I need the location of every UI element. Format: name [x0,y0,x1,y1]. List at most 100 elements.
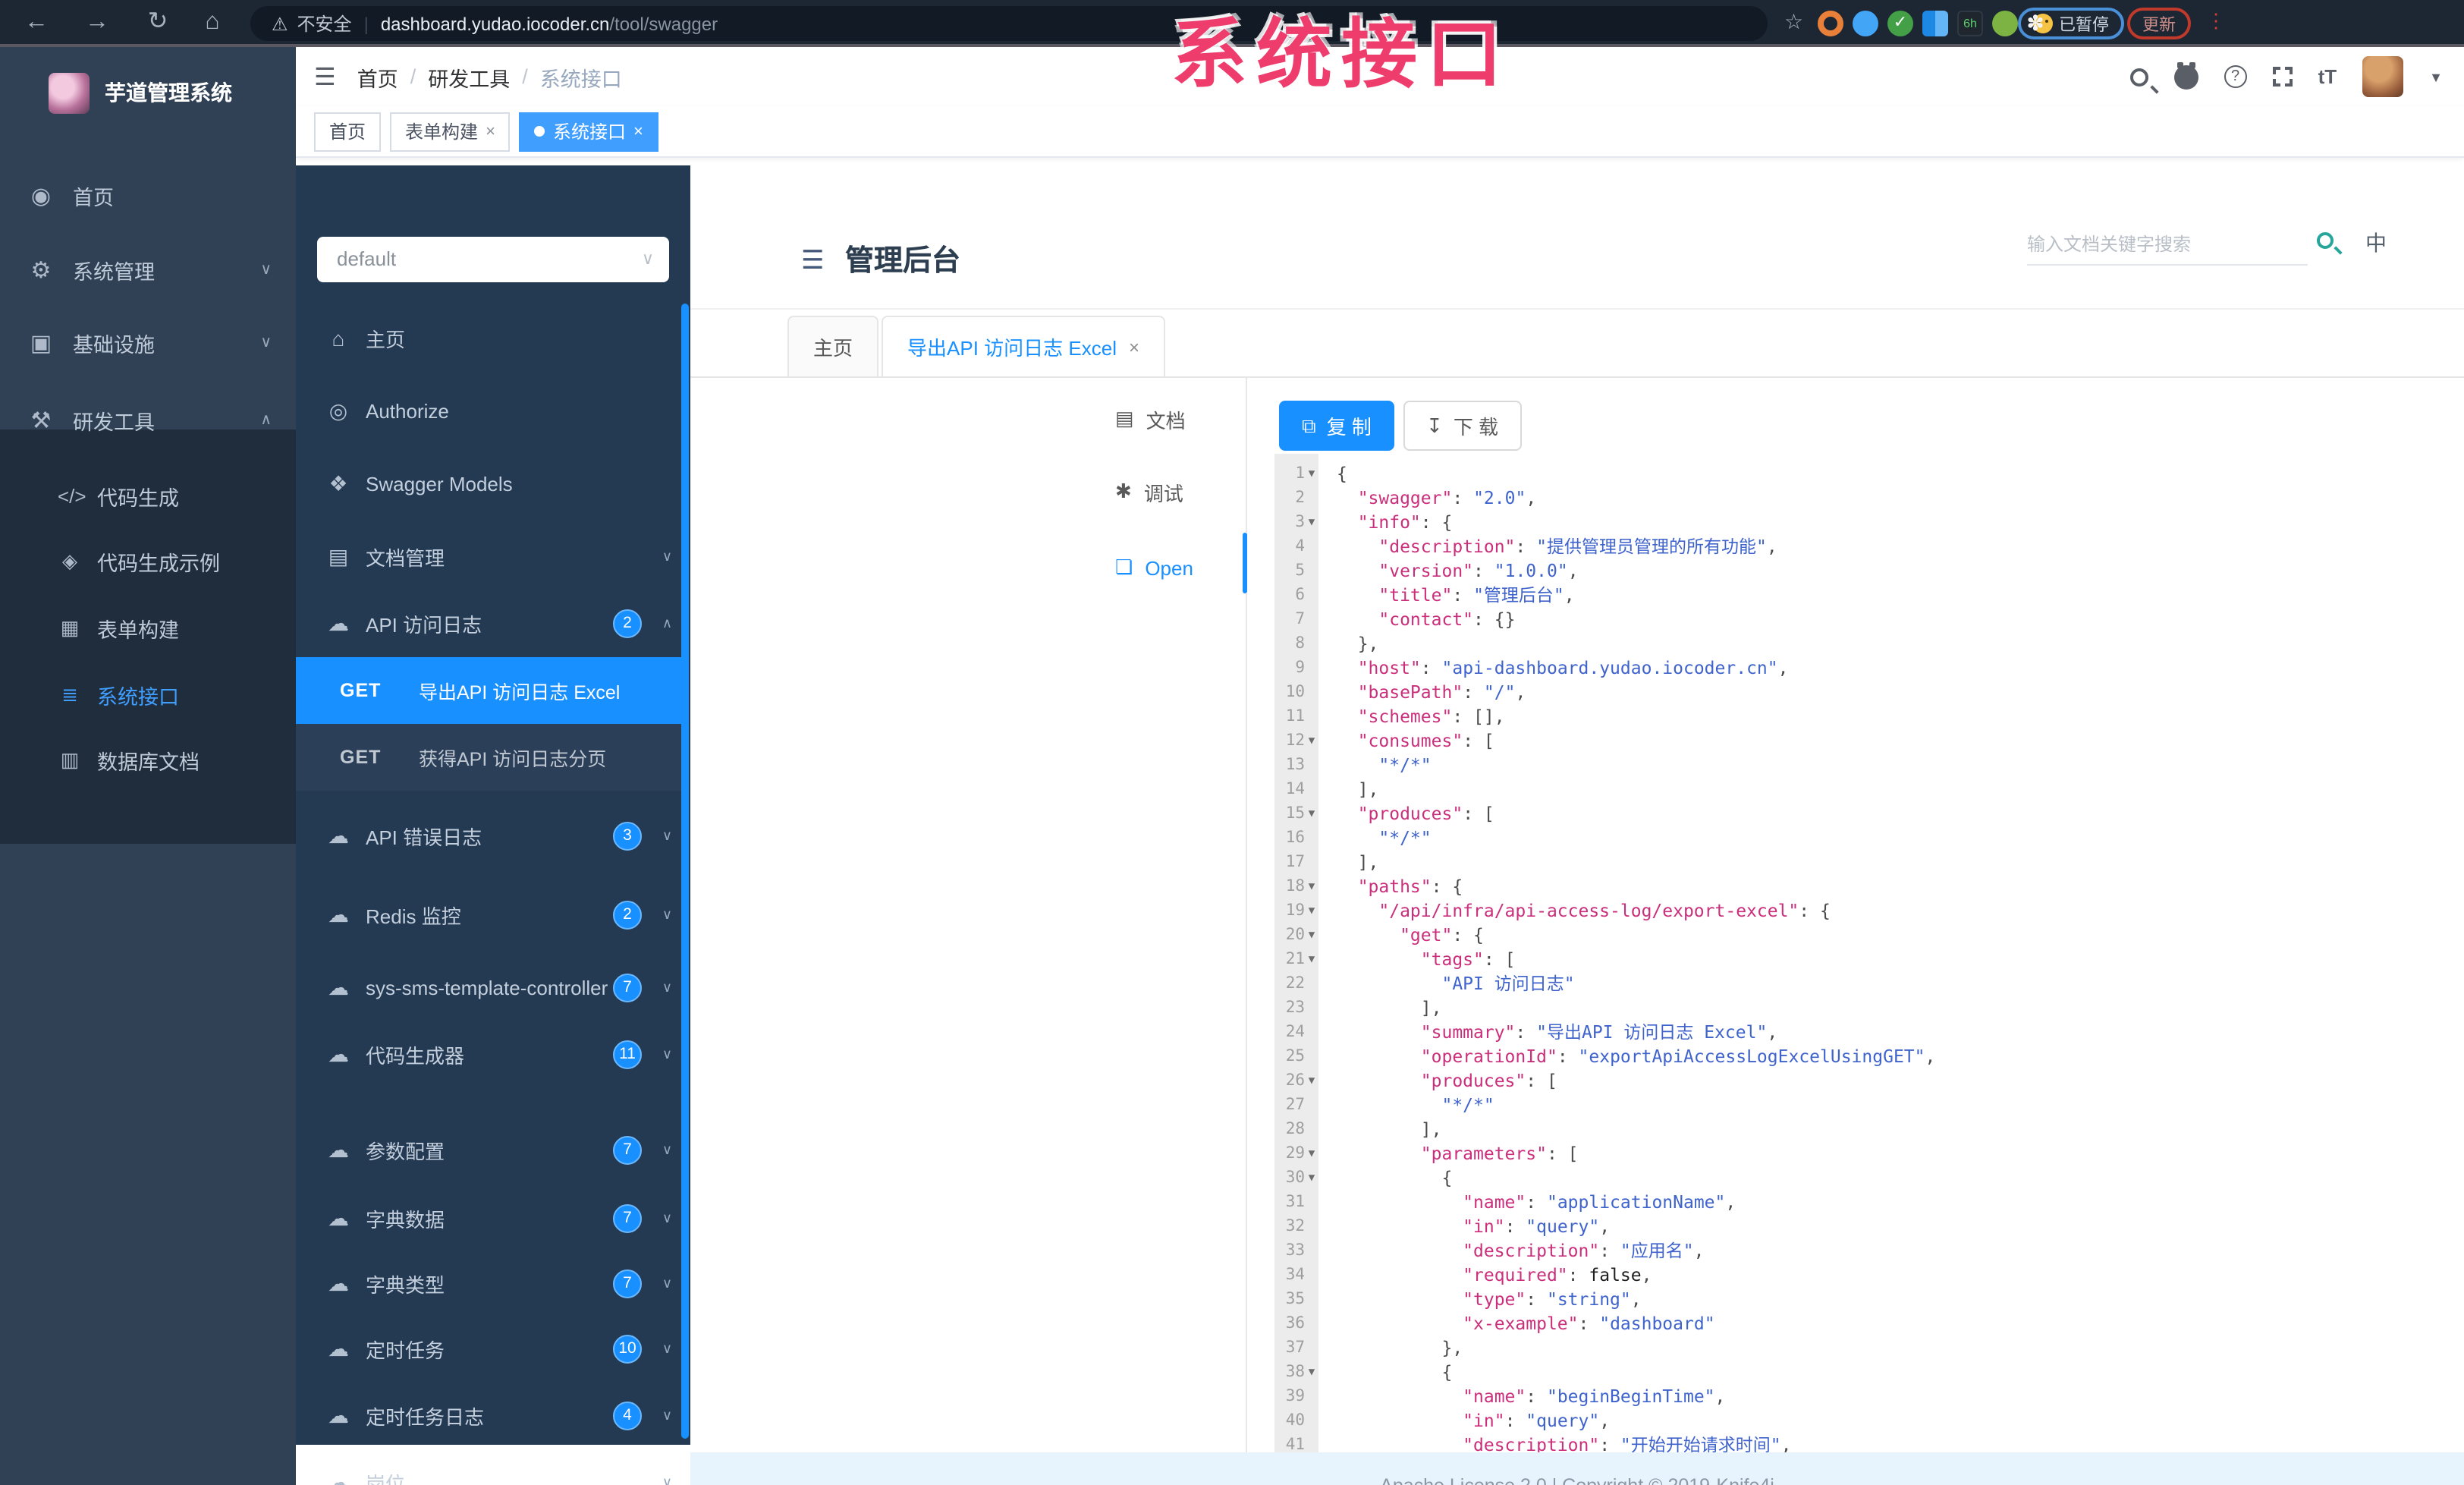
sidebar-item-3[interactable]: ▣ 基础设施 ∨ [0,310,296,376]
swagger-menu-13[interactable]: ☁ 定时任务 10 ∨ [296,1316,684,1383]
fold-icon[interactable]: ▼ [1305,510,1318,534]
fold-icon[interactable]: ▼ [1305,923,1318,947]
swagger-menu-1[interactable]: ⌂ 主页 [296,305,684,372]
sidebar-scrollbar[interactable] [681,304,689,1439]
side-tab-调试[interactable]: ✱ 调试 [1115,477,1246,507]
address-bar[interactable]: ⚠ 不安全 | dashboard.yudao.iocoder.cn/tool/… [250,6,1768,41]
doc-tab-主页[interactable]: 主页 [787,316,879,376]
help-icon[interactable]: ? [2224,65,2247,88]
code-line: 41 "description": "开始开始请求时间", [1274,1433,2428,1452]
swagger-menu-6[interactable]: ☁ API 错误日志 3 ∨ [296,803,684,870]
tag-首页[interactable]: 首页 [314,112,382,151]
sidebar-subitem-3[interactable]: ▦ 表单构建 [0,595,296,660]
breadcrumb-item[interactable]: 首页 [357,61,398,92]
sidebar-subitem-4[interactable]: ≣ 系统接口 [0,662,296,727]
ext-white-star[interactable]: ✽ [2022,11,2048,36]
line-number: 28 [1274,1117,1305,1141]
close-icon[interactable]: × [1129,336,1139,357]
sidebar-subitem-1[interactable]: </> 代码生成 [0,463,296,528]
fold-icon[interactable]: ▼ [1305,947,1318,971]
swagger-menu-label: sys-sms-template-controller [366,977,608,999]
swagger-menu-3[interactable]: ❖ Swagger Models [296,451,684,518]
doc-search-icon[interactable] [2317,232,2334,249]
swagger-menu-10[interactable]: ☁ 参数配置 7 ∨ [296,1117,684,1184]
font-size-icon[interactable]: tT [2318,65,2337,88]
swagger-menu-8[interactable]: ☁ sys-sms-template-controller 7 ∨ [296,955,684,1021]
doc-search-input[interactable] [2027,223,2308,266]
sidebar-toggle-icon[interactable]: ☰ [314,61,336,92]
browser-reload-icon[interactable]: ↻ [140,5,176,41]
sidebar-item-4[interactable]: ⚒ 研发工具 ∧ [0,387,296,454]
fold-icon[interactable]: ▼ [1305,898,1318,923]
close-icon[interactable]: × [633,122,643,140]
browser-home-icon[interactable]: ⌂ [194,5,231,41]
line-number: 3 [1274,510,1305,534]
fold-icon[interactable]: ▼ [1305,801,1318,826]
swagger-menu-4[interactable]: ▤ 文档管理 ∨ [296,524,684,590]
doc-tabs: 主页 导出API 访问日志 Excel × [787,316,1168,376]
swagger-menu-2[interactable]: ◎ Authorize [296,378,684,445]
sidebar-item-1[interactable]: ◉ 首页 [0,162,296,229]
code-line: 8 }, [1274,631,2428,656]
browser-forward-icon[interactable]: → [79,5,115,41]
search-icon[interactable] [2129,68,2148,86]
ext-blue-grid[interactable] [1922,11,1948,36]
swagger-menu-5[interactable]: ☁ API 访问日志 2 ∧ [296,590,684,657]
app-logo[interactable]: 芋道管理系统 [0,55,296,131]
swagger-menu-12[interactable]: ☁ 字典类型 7 ∨ [296,1251,684,1317]
code-text: "get": { [1318,923,1484,947]
side-tab-Open[interactable]: ❏ Open [1115,552,1246,583]
fold-icon[interactable]: ▼ [1305,461,1318,486]
fold-icon[interactable]: ▼ [1305,1166,1318,1190]
language-toggle[interactable]: 中 [2365,228,2387,258]
sidebar-subitem-5[interactable]: ▥ 数据库文档 [0,727,296,792]
breadcrumb-item[interactable]: 研发工具 [428,61,510,92]
fold-icon[interactable]: ▼ [1305,1141,1318,1166]
fold-icon[interactable]: ▼ [1305,1360,1318,1384]
fold-icon[interactable]: ▼ [1305,728,1318,753]
ext-6h[interactable]: 6h [1957,11,1983,36]
api-group-select[interactable]: default ∨ [317,237,669,282]
fold-icon[interactable]: ▼ [1305,1068,1318,1093]
swagger-menu-14[interactable]: ☁ 定时任务日志 4 ∨ [296,1383,684,1449]
ext-green-check[interactable]: ✓ [1887,11,1913,36]
download-button[interactable]: ↧ 下 载 [1403,401,1522,451]
swagger-menu-15[interactable]: ☁ 岗位 ∨ [296,1449,684,1485]
copy-button[interactable]: ⧉ 复 制 [1279,401,1394,451]
bookmark-star-icon[interactable]: ☆ [1784,9,1803,35]
swagger-menu-11[interactable]: ☁ 字典数据 7 ∨ [296,1185,684,1252]
code-text: "info": { [1318,510,1453,534]
token: : [1578,1313,1600,1334]
sidebar-item-2[interactable]: ⚙ 系统管理 ∨ [0,237,296,304]
chevron-down-icon[interactable]: ▼ [2429,69,2443,84]
code-text: "basePath": "/", [1318,680,1526,704]
endpoint-item[interactable]: GET 获得API 访问日志分页 [296,724,684,791]
panel-collapse-icon[interactable]: ☰ [801,246,825,276]
code-text: "tags": [ [1318,947,1516,971]
tag-表单构建[interactable]: 表单构建 × [390,112,511,151]
sidebar-subitem-2[interactable]: ◈ 代码生成示例 [0,528,296,593]
swagger-json-editor[interactable]: 1 ▼{2 "swagger": "2.0", 3 ▼ "info": {4 "des… [1274,454,2428,1452]
browser-back-icon[interactable]: ← [18,5,55,41]
side-tab-文档[interactable]: ▤ 文档 [1115,404,1246,434]
fullscreen-icon[interactable] [2272,67,2293,87]
token: , [1780,1434,1792,1452]
close-icon[interactable]: × [486,122,495,140]
swagger-menu-9[interactable]: ☁ 代码生成器 11 ∨ [296,1021,684,1088]
token: : { [1799,900,1831,921]
doc-tab-导出API 访问日志 Excel[interactable]: 导出API 访问日志 Excel × [882,316,1165,376]
ext-blue-drop[interactable] [1853,11,1878,36]
swagger-menu-7[interactable]: ☁ Redis 监控 2 ∨ [296,882,684,949]
chrome-update-badge[interactable]: 更新 [2127,8,2191,39]
ext-orange-ring[interactable] [1818,11,1843,36]
browser-menu-icon[interactable]: ⋮ [2206,9,2226,33]
token: "exportApiAccessLogExcelUsingGET" [1578,1046,1925,1067]
fold-icon[interactable]: ▼ [1305,874,1318,898]
logo-avatar [49,72,90,113]
code-text: { [1318,1166,1452,1190]
tag-系统接口[interactable]: 系统接口 × [519,112,658,151]
user-avatar[interactable] [2362,56,2404,97]
ext-green[interactable] [1992,11,2018,36]
github-icon[interactable] [2173,61,2198,89]
endpoint-item[interactable]: GET 导出API 访问日志 Excel [296,657,684,724]
